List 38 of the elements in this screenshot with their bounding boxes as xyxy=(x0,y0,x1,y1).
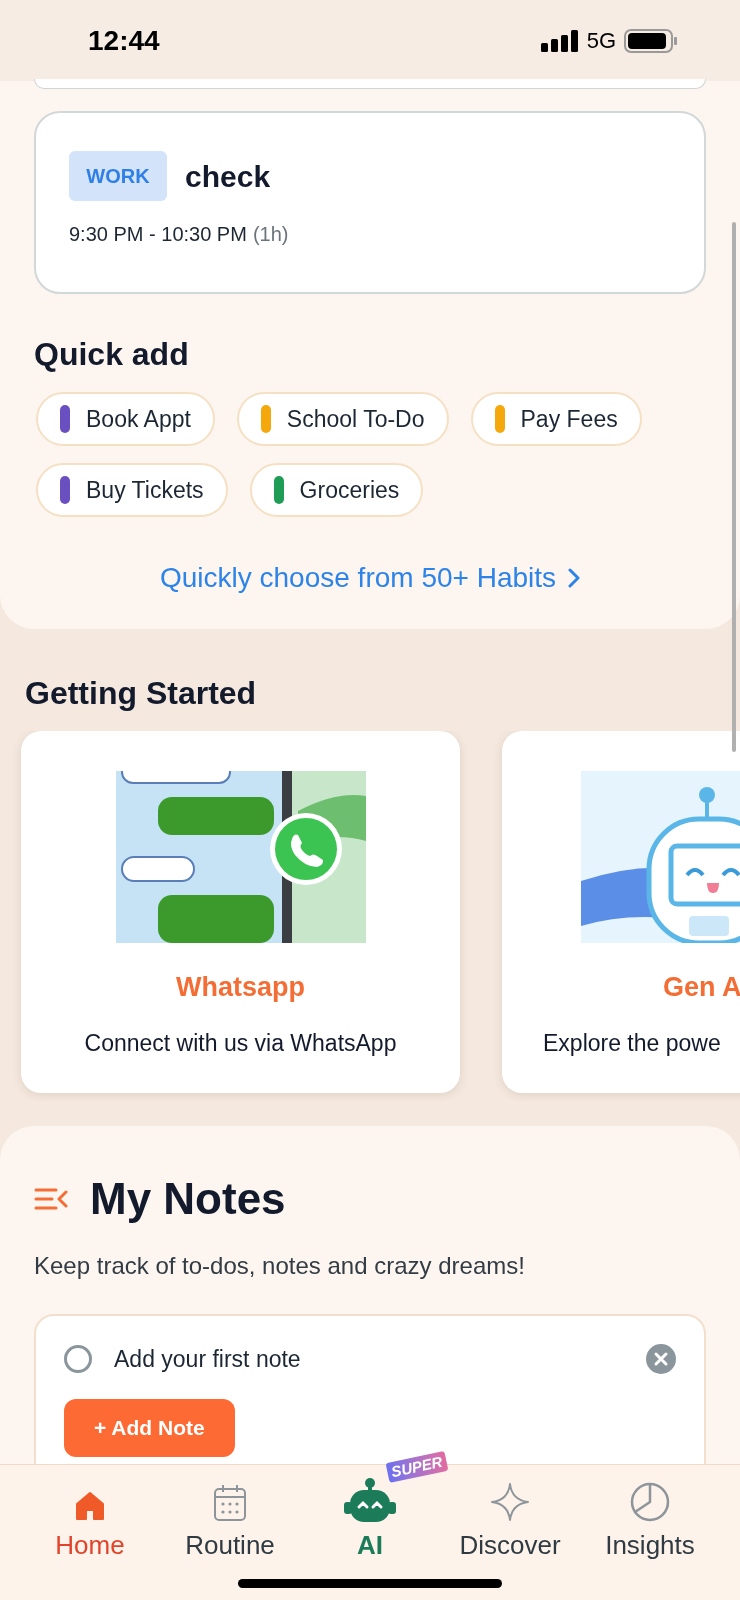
note-input[interactable]: Add your first note xyxy=(114,1342,624,1377)
quick-add-chip[interactable]: Buy Tickets xyxy=(36,463,228,517)
pie-chart-icon xyxy=(630,1482,670,1522)
event-time: 9:30 PM - 10:30 PM xyxy=(69,222,247,247)
category-tag: WORK xyxy=(69,151,167,201)
event-title: check xyxy=(185,158,271,195)
robot-icon xyxy=(344,1478,396,1522)
clear-icon[interactable] xyxy=(646,1344,676,1375)
feature-card[interactable]: Whatsapp Connect with us via WhatsApp xyxy=(21,731,460,1093)
nav-tab[interactable]: Home xyxy=(25,1477,155,1565)
checkbox[interactable] xyxy=(64,1345,92,1374)
section-heading: Quick add xyxy=(34,335,190,374)
event-duration: (1h) xyxy=(252,222,289,247)
home-icon xyxy=(74,1490,106,1522)
notes-subtitle: Keep track of to-dos, notes and crazy dreams! xyxy=(34,1251,526,1281)
signal-icon xyxy=(540,29,579,52)
nav-tab[interactable]: Routine xyxy=(165,1477,295,1565)
section-heading: Getting Started xyxy=(25,674,258,713)
notes-title: My Notes xyxy=(90,1173,286,1225)
clock-time: 12:44 xyxy=(88,23,160,58)
event-card[interactable]: WORK check 9:30 PM - 10:30 PM (1h) xyxy=(34,111,706,294)
quick-add-chip[interactable]: Pay Fees xyxy=(470,392,642,446)
feature-card[interactable]: Gen A Explore the powe xyxy=(502,731,740,1093)
calendar-icon xyxy=(213,1484,247,1522)
card-title: Gen A xyxy=(663,971,740,1004)
menu-icon[interactable] xyxy=(34,1187,68,1211)
card-title: Whatsapp xyxy=(176,971,305,1004)
habits-link[interactable]: Quickly choose from 50+ Habits xyxy=(159,557,581,599)
card-description: Explore the powe xyxy=(543,1028,722,1058)
quick-add-chip[interactable]: School To-Do xyxy=(236,392,449,446)
network-label: 5G xyxy=(586,27,616,55)
quick-add-chip[interactable]: Book Appt xyxy=(36,392,215,446)
chevron-right-icon xyxy=(568,568,581,588)
nav-tab[interactable]: Insights xyxy=(585,1477,715,1565)
quick-add-chip[interactable]: Groceries xyxy=(249,463,424,517)
card-description: Connect with us via WhatsApp xyxy=(84,1028,397,1058)
sparkle-icon xyxy=(490,1482,530,1522)
battery-icon xyxy=(624,28,678,53)
